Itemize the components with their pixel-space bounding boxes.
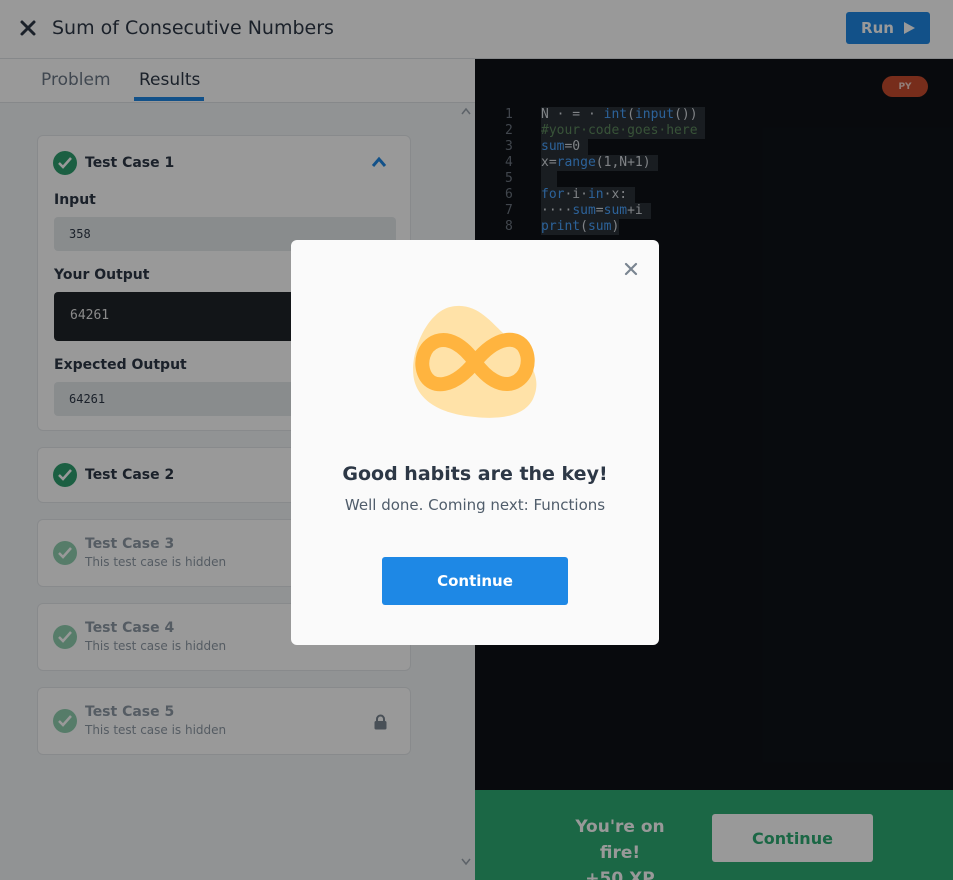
close-icon[interactable] [623,261,639,277]
achievement-modal: Good habits are the key! Well done. Comi… [291,240,659,645]
infinity-badge-icon [413,305,537,418]
modal-subtitle: Well done. Coming next: Functions [344,496,606,514]
modal-continue-button[interactable]: Continue [382,557,568,605]
modal-title: Good habits are the key! [342,463,608,485]
